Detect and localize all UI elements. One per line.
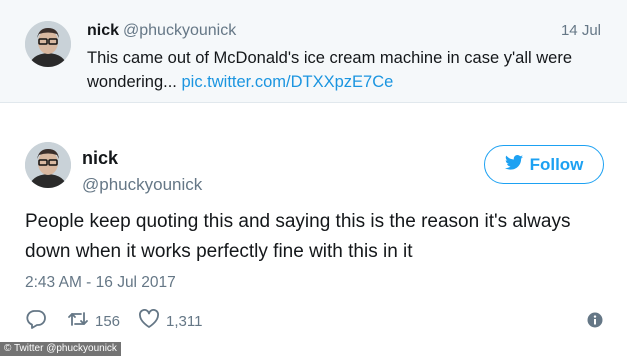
quoted-tweet-header: nick @phuckyounick — [87, 22, 236, 40]
info-icon[interactable] — [587, 312, 603, 328]
quoted-author-handle[interactable]: @phuckyounick — [123, 22, 236, 39]
quoted-tweet[interactable]: nick @phuckyounick 14 Jul This came out o… — [0, 0, 627, 103]
tweet-text: People keep quoting this and saying this… — [25, 211, 571, 262]
reply-icon — [25, 309, 47, 333]
reply-button[interactable] — [25, 309, 47, 333]
tweet-actions: 156 1,311 — [25, 309, 202, 333]
author-name[interactable]: nick — [82, 148, 118, 169]
quoted-tweet-link[interactable]: pic.twitter.com/DTXXpzE7Ce — [181, 73, 393, 91]
twitter-bird-icon — [504, 154, 523, 175]
quoted-author-name[interactable]: nick — [87, 22, 119, 39]
like-button[interactable]: 1,311 — [138, 309, 202, 333]
photo-credit: © Twitter @phuckyounick — [0, 342, 121, 356]
avatar[interactable] — [25, 142, 71, 188]
avatar[interactable] — [25, 21, 71, 67]
retweet-button[interactable]: 156 — [67, 309, 120, 333]
retweet-icon — [67, 309, 89, 333]
author-handle[interactable]: @phuckyounick — [82, 175, 202, 195]
quoted-tweet-text: This came out of McDonald's ice cream ma… — [87, 46, 607, 94]
heart-icon — [138, 309, 160, 333]
quoted-tweet-date[interactable]: 14 Jul — [561, 22, 601, 39]
follow-button-label: Follow — [529, 154, 584, 174]
like-count: 1,311 — [166, 312, 203, 330]
follow-button[interactable]: Follow — [484, 145, 604, 184]
retweet-count: 156 — [95, 312, 121, 330]
tweet-timestamp[interactable]: 2:43 AM - 16 Jul 2017 — [25, 274, 176, 292]
